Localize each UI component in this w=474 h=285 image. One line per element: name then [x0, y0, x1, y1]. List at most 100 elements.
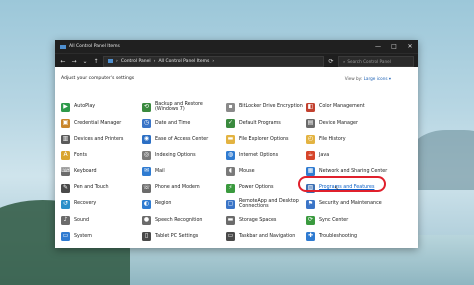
up-arrow-icon[interactable]: ↑	[92, 58, 100, 65]
phone-modem-icon: ☏	[142, 183, 151, 193]
control-panel-item-label: Sync Center	[319, 217, 349, 223]
control-panel-item-label: Internet Options	[239, 152, 279, 158]
control-panel-item-label: Date and Time	[155, 120, 191, 126]
title-bar[interactable]: All Control Panel Items — □ ✕	[55, 40, 418, 53]
search-icon: ⌕	[343, 58, 346, 64]
view-by: View by: Large icons ▾	[345, 76, 391, 81]
control-panel-item[interactable]: ▣ Credential Manager	[61, 115, 142, 131]
taskbar-icon: ▭	[226, 232, 235, 242]
content-pane: Adjust your computer's settings View by:…	[55, 67, 418, 248]
control-panel-item[interactable]: ✚ Troubleshooting	[306, 229, 406, 245]
control-panel-item[interactable]: ☕ Java	[306, 148, 406, 164]
control-panel-item[interactable]: ◐ Region	[142, 196, 226, 212]
control-panel-item-label: Network and Sharing Center	[319, 169, 388, 175]
control-panel-item[interactable]: ▢ RemoteApp and Desktop Connections	[226, 196, 306, 212]
back-arrow-icon[interactable]: ←	[59, 58, 67, 65]
window-title: All Control Panel Items	[69, 44, 120, 49]
control-panel-item[interactable]: ▤ Device Manager	[306, 115, 406, 131]
control-panel-address-icon	[108, 59, 113, 63]
control-panel-item[interactable]: ▯ Tablet PC Settings	[142, 229, 226, 245]
breadcrumb-control-panel[interactable]: Control Panel	[121, 59, 151, 64]
control-panel-item[interactable]: ◎ Indexing Options	[142, 148, 226, 164]
region-icon: ◐	[142, 199, 151, 209]
sync-center-icon: ⟳	[306, 215, 315, 225]
control-panel-item[interactable]: ◴ File History	[306, 131, 406, 147]
device-manager-icon: ▤	[306, 118, 315, 128]
mail-icon: ✉	[142, 167, 151, 177]
control-panel-item[interactable]: ▭ Taskbar and Navigation	[226, 229, 306, 245]
control-panel-item[interactable]: ✓ Default Programs	[226, 115, 306, 131]
mouse-icon: ◖	[226, 167, 235, 177]
control-panel-item[interactable]: ⟲ Backup and Restore (Windows 7)	[142, 99, 226, 115]
system-icon: ▭	[61, 232, 70, 242]
breadcrumb-separator[interactable]: ›	[116, 59, 118, 64]
pen-touch-icon: ✎	[61, 183, 70, 193]
file-history-icon: ◴	[306, 134, 315, 144]
view-by-label: View by:	[344, 76, 363, 81]
control-panel-item[interactable]: ▪ BitLocker Drive Encryption	[226, 99, 306, 115]
breadcrumb-all-items[interactable]: All Control Panel Items	[158, 59, 209, 64]
autoplay-icon: ▶	[61, 102, 70, 112]
mouse-cursor-icon: ↖	[334, 185, 340, 192]
breadcrumb-separator[interactable]: ›	[154, 59, 156, 64]
control-panel-item[interactable]: ⌨ Keyboard	[61, 164, 142, 180]
folder-options-icon: ▬	[226, 134, 235, 144]
control-panel-item-label: Recovery	[74, 201, 97, 207]
control-panel-item[interactable]: ◖ Mouse	[226, 164, 306, 180]
control-panel-item[interactable]: ▶ AutoPlay	[61, 99, 142, 115]
tablet-pc-icon: ▯	[142, 232, 151, 242]
control-panel-item[interactable]: ⟳ Sync Center	[306, 212, 406, 228]
maximize-button[interactable]: □	[386, 40, 402, 53]
control-panel-item[interactable]: ◧ Color Management	[306, 99, 406, 115]
security-maintenance-icon: ⚑	[306, 199, 315, 209]
control-panel-item-label: Storage Spaces	[239, 217, 277, 223]
control-panel-item-label: Power Options	[239, 185, 274, 191]
control-panel-item[interactable]: ✎ Pen and Touch	[61, 180, 142, 196]
control-panel-item[interactable]: ⚡ Power Options	[226, 180, 306, 196]
control-panel-item[interactable]: ♪ Sound	[61, 212, 142, 228]
control-panel-item-label: BitLocker Drive Encryption	[239, 104, 303, 110]
control-panel-item-label: System	[74, 233, 92, 239]
control-panel-item-label: Credential Manager	[74, 120, 122, 126]
control-panel-item-label: Color Management	[319, 104, 365, 110]
control-panel-item-label: File Explorer Options	[239, 136, 289, 142]
control-panel-item[interactable]: ↺ Recovery	[61, 196, 142, 212]
control-panel-item-label: Security and Maintenance	[319, 201, 382, 207]
control-panel-item[interactable]: ▬ File Explorer Options	[226, 131, 306, 147]
address-bar[interactable]: › Control Panel › All Control Panel Item…	[103, 55, 324, 67]
control-panel-item-label: Default Programs	[239, 120, 281, 126]
control-panel-item-label: Troubleshooting	[319, 233, 358, 239]
control-panel-item[interactable]: ◍ Internet Options	[226, 148, 306, 164]
control-panel-item-label: Taskbar and Navigation	[239, 233, 296, 239]
control-panel-item[interactable]: ▥ Devices and Printers	[61, 131, 142, 147]
view-by-dropdown[interactable]: Large icons ▾	[364, 76, 391, 81]
color-management-icon: ◧	[306, 102, 315, 112]
control-panel-items-grid: ▶ AutoPlay ⟲ Backup and Restore (Windows 7)…	[61, 99, 406, 245]
search-input[interactable]: ⌕ Search Control Panel	[338, 55, 414, 67]
sound-icon: ♪	[61, 215, 70, 225]
recovery-icon: ↺	[61, 199, 70, 209]
control-panel-item[interactable]: ◉ Ease of Access Center	[142, 131, 226, 147]
breadcrumb-separator[interactable]: ›	[212, 59, 214, 64]
control-panel-item-label: RemoteApp and Desktop Connections	[239, 198, 299, 210]
control-panel-item-label: AutoPlay	[74, 104, 96, 110]
control-panel-item-label: Devices and Printers	[74, 136, 124, 142]
control-panel-item[interactable]: A Fonts	[61, 148, 142, 164]
control-panel-item[interactable]: ⚑ Security and Maintenance	[306, 196, 406, 212]
control-panel-item[interactable]: ▭ System	[61, 229, 142, 245]
java-icon: ☕	[306, 151, 315, 161]
control-panel-item[interactable]: ▬ Storage Spaces	[226, 212, 306, 228]
control-panel-item[interactable]: ◷ Date and Time	[142, 115, 226, 131]
control-panel-item-label: Phone and Modem	[155, 185, 200, 191]
minimize-button[interactable]: —	[370, 40, 386, 53]
recent-locations-icon[interactable]: ⌄	[81, 58, 89, 65]
control-panel-item-label: Speech Recognition	[155, 217, 203, 223]
control-panel-item[interactable]: ☏ Phone and Modem	[142, 180, 226, 196]
default-programs-icon: ✓	[226, 118, 235, 128]
refresh-icon[interactable]: ⟳	[327, 58, 335, 65]
navigation-bar: ← → ⌄ ↑ › Control Panel › All Control Pa…	[55, 53, 418, 68]
control-panel-item[interactable]: ✉ Mail	[142, 164, 226, 180]
forward-arrow-icon[interactable]: →	[70, 58, 78, 65]
close-button[interactable]: ✕	[402, 40, 418, 53]
control-panel-item[interactable]: ● Speech Recognition	[142, 212, 226, 228]
